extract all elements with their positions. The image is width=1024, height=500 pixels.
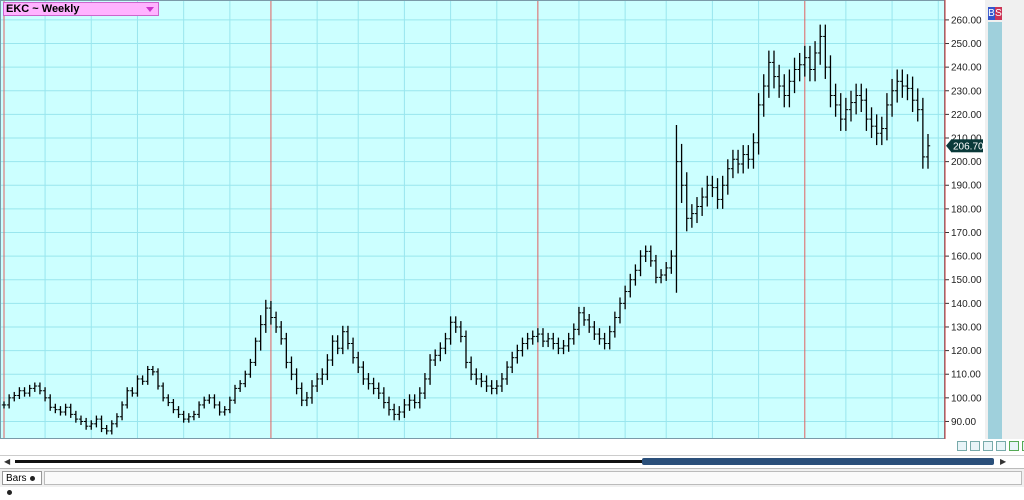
symbol-selector[interactable]: EKC ~ Weekly: [3, 2, 159, 16]
nav-buttons: [957, 441, 1024, 451]
y-tick-label: 230.00: [951, 86, 982, 97]
y-tick-label: 220.00: [951, 110, 982, 121]
bars-tab-label: Bars: [6, 473, 27, 484]
chart-window: BS 90.00 100.00 110.00 120.00 130.00 140.00 15…: [0, 0, 1024, 495]
status-field: [44, 471, 1022, 485]
y-tick-label: 190.00: [951, 181, 982, 192]
y-tick-label: 160.00: [951, 252, 982, 263]
y-tick-label: 100.00: [951, 393, 982, 404]
bars-tab[interactable]: Bars: [2, 471, 42, 495]
expand-icon[interactable]: [1009, 441, 1019, 451]
y-tick-label: 150.00: [951, 275, 982, 286]
scroll-left-icon[interactable]: ◀: [4, 457, 10, 466]
symbol-title: EKC ~ Weekly: [6, 3, 80, 15]
y-tick-label: 170.00: [951, 228, 982, 239]
y-tick-label: 110.00: [951, 370, 981, 381]
scroll-end-icon[interactable]: [996, 441, 1006, 451]
y-tick-label: 250.00: [951, 39, 982, 50]
link-icon: [7, 489, 12, 495]
chart-scrollbar[interactable]: ◀ ▶: [0, 455, 1024, 468]
dropdown-arrow-icon[interactable]: [146, 7, 154, 12]
date-axis-row: [0, 439, 1024, 454]
last-price-label: 206.70: [953, 141, 984, 152]
zoom-in-icon[interactable]: [970, 441, 980, 451]
y-tick-label: 200.00: [951, 157, 982, 168]
zoom-out-icon[interactable]: [957, 441, 967, 451]
y-tick-label: 180.00: [951, 204, 982, 215]
last-price-pointer: [946, 139, 951, 152]
y-tick-label: 130.00: [951, 322, 982, 333]
y-tick-label: 140.00: [951, 299, 982, 310]
scroll-right-icon[interactable]: ▶: [1000, 457, 1006, 466]
y-tick-label: 260.00: [951, 15, 982, 26]
status-bar: Bars: [0, 468, 1024, 495]
y-tick-label: 120.00: [951, 346, 982, 357]
scroll-start-icon[interactable]: [983, 441, 993, 451]
y-tick-label: 240.00: [951, 63, 982, 74]
price-chart: 90.00 100.00 110.00 120.00 130.00 140.00 150.0…: [1, 0, 984, 452]
link-icon: [30, 475, 36, 481]
scroll-thumb[interactable]: [642, 458, 994, 465]
y-tick-label: 90.00: [951, 417, 976, 428]
